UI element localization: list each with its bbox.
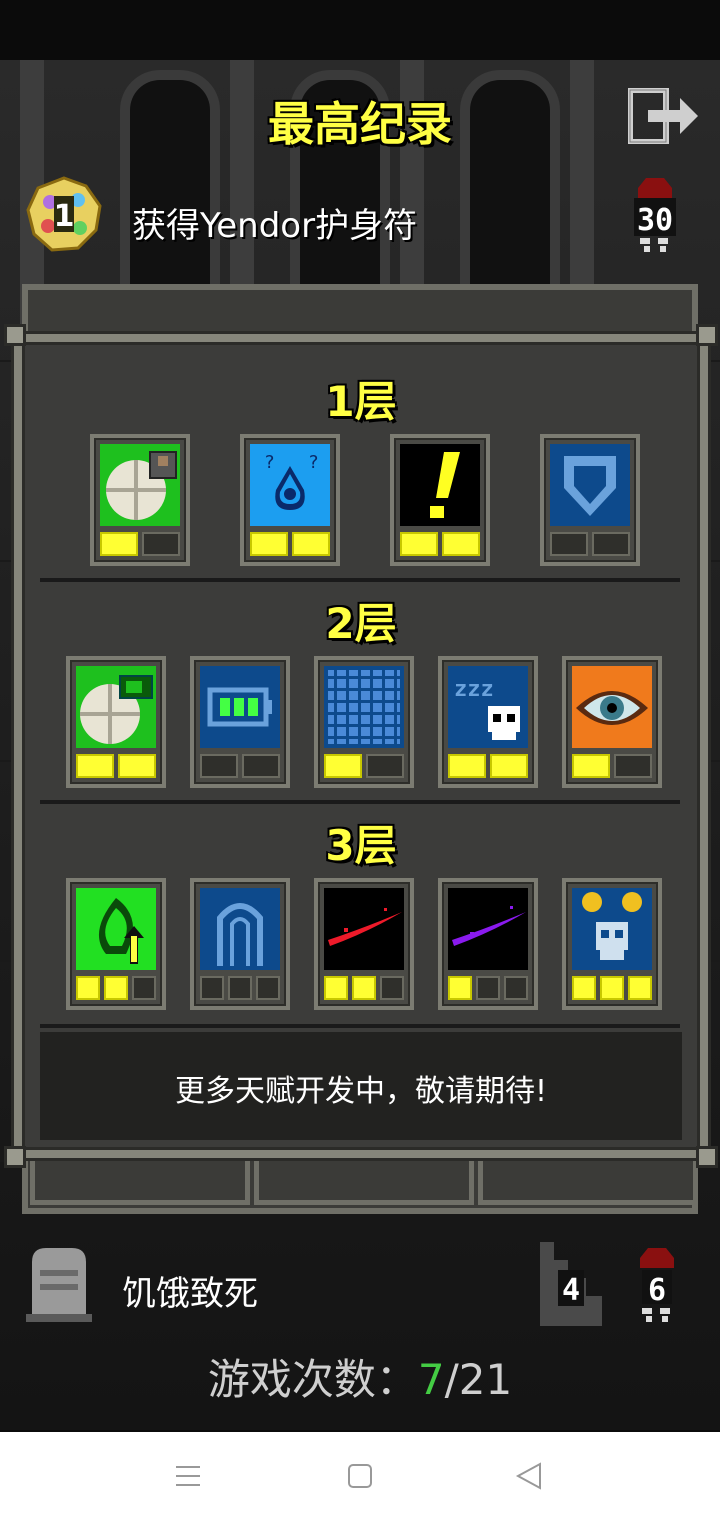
exit-icon[interactable] xyxy=(628,88,700,144)
tier-divider xyxy=(40,578,680,582)
home-icon[interactable] xyxy=(340,1456,380,1496)
record-description: 获得Yendor护身符 xyxy=(132,206,418,246)
battery-icon xyxy=(200,666,280,748)
talents-footer: 更多天赋开发中，敬请期待! xyxy=(40,1032,682,1140)
talent-slot[interactable] xyxy=(540,434,640,566)
sleep-skull-icon: zzz xyxy=(448,666,528,748)
games-played: 游戏次数：7/21 xyxy=(0,1346,720,1407)
death-info-row: 饥饿致死 4 6 xyxy=(0,1240,720,1330)
food-battery-icon xyxy=(76,666,156,748)
menu-icon[interactable] xyxy=(168,1456,208,1496)
talent-slot[interactable] xyxy=(562,878,662,1010)
record-rank: 1 xyxy=(54,199,75,234)
gold-skull-icon xyxy=(572,888,652,970)
grid-icon xyxy=(324,666,404,748)
games-total: 21 xyxy=(458,1355,513,1404)
red-slash-icon xyxy=(324,888,404,970)
back-tab-3[interactable] xyxy=(478,1160,698,1205)
talent-slot[interactable] xyxy=(66,656,166,788)
talent-slot[interactable] xyxy=(190,656,290,788)
talent-slot[interactable]: ? ? xyxy=(240,434,340,566)
talent-slot[interactable] xyxy=(438,878,538,1010)
cooked-food-icon xyxy=(100,444,180,526)
hero-level: 6 xyxy=(648,1273,666,1308)
score-icon: 30 xyxy=(634,178,676,252)
games-separator: / xyxy=(444,1355,459,1404)
games-label: 游戏次数： xyxy=(207,1355,418,1404)
death-cause: 饥饿致死 xyxy=(122,1274,258,1314)
tier-divider xyxy=(40,800,680,804)
talent-slot[interactable] xyxy=(190,878,290,1010)
talent-slot[interactable] xyxy=(90,434,190,566)
svg-text:?: ? xyxy=(308,452,319,473)
exclamation-icon xyxy=(400,444,480,526)
tier-1-title: 1层 xyxy=(325,377,397,426)
svg-text:zzz: zzz xyxy=(454,677,494,702)
talents-dialog: 1层 ? ? 2层 zzz 3层 更多天赋开发中，敬请期待! xyxy=(4,324,718,1168)
talent-slot[interactable] xyxy=(314,656,414,788)
tier-divider xyxy=(40,1024,680,1028)
back-icon[interactable] xyxy=(510,1456,550,1496)
coming-soon-text: 更多天赋开发中，敬请期待! xyxy=(174,1074,548,1109)
arch-icon xyxy=(200,888,280,970)
back-tab-2[interactable] xyxy=(254,1160,474,1205)
best-record-row[interactable]: 1 获得Yendor护身符 30 xyxy=(0,172,720,262)
shield-icon xyxy=(550,444,630,526)
leaf-arrow-icon xyxy=(76,888,156,970)
system-nav-bar xyxy=(0,1432,720,1520)
tombstone-icon xyxy=(26,1248,92,1322)
back-tab-1[interactable] xyxy=(30,1160,250,1205)
amulet-badge-icon: 1 xyxy=(26,176,102,252)
water-drop-icon: ? ? xyxy=(250,444,330,526)
eye-icon xyxy=(572,666,652,748)
talent-slot[interactable] xyxy=(66,878,166,1010)
talent-slot[interactable] xyxy=(314,878,414,1010)
games-current: 7 xyxy=(417,1355,445,1404)
talent-slot[interactable] xyxy=(390,434,490,566)
level-icon: 6 xyxy=(640,1248,674,1322)
tier-2-title: 2层 xyxy=(325,599,397,648)
page-title: 最高纪录 xyxy=(268,97,452,151)
tier-3-title: 3层 xyxy=(325,821,397,870)
record-score: 30 xyxy=(637,203,673,238)
death-depth: 4 xyxy=(562,1273,580,1308)
depth-stairs-icon: 4 xyxy=(540,1242,602,1326)
purple-slash-icon xyxy=(448,888,528,970)
talent-slot[interactable]: zzz xyxy=(438,656,538,788)
svg-text:?: ? xyxy=(264,452,275,473)
talent-slot[interactable] xyxy=(562,656,662,788)
